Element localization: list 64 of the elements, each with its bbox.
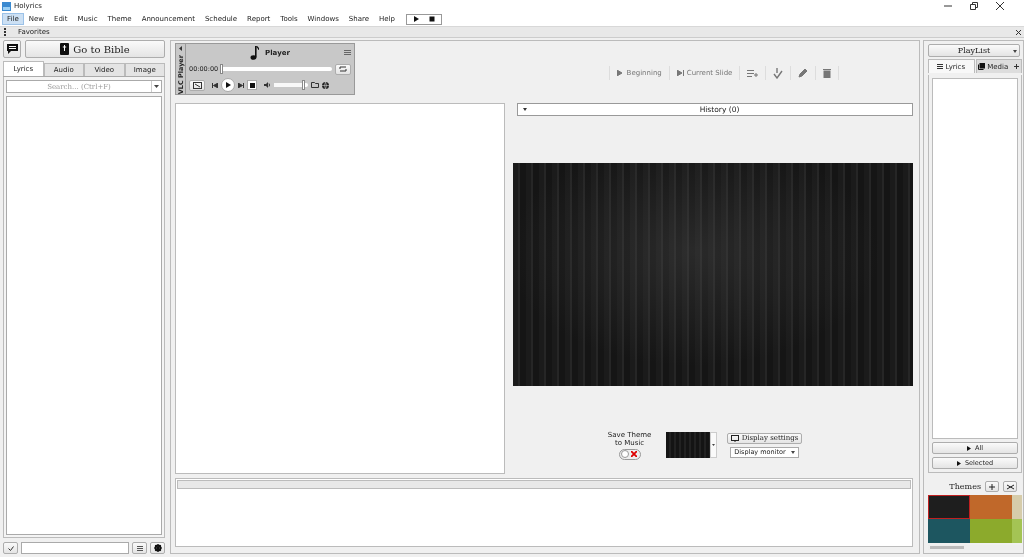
volume-icon[interactable]	[264, 82, 271, 88]
repeat-button[interactable]	[335, 63, 351, 75]
app-logo-icon	[2, 1, 11, 11]
check-icon	[7, 545, 14, 551]
play-button[interactable]	[221, 78, 235, 92]
media-icon	[978, 63, 986, 70]
restore-icon[interactable]	[970, 2, 978, 10]
go-to-bible-button[interactable]: Go to Bible	[25, 40, 165, 58]
chat-icon	[6, 44, 18, 54]
folder-icon[interactable]	[311, 82, 319, 88]
monitor-icon	[730, 434, 739, 442]
stop-icon[interactable]	[429, 16, 435, 22]
theme-thumbnail[interactable]	[928, 519, 970, 543]
check-button[interactable]	[3, 542, 18, 554]
list-button[interactable]	[132, 542, 147, 554]
play-icon	[966, 445, 971, 451]
scrollbar-thumb[interactable]	[930, 546, 964, 549]
chat-button[interactable]	[3, 40, 21, 58]
play-icon	[616, 70, 624, 76]
play-icon[interactable]	[413, 16, 419, 22]
stop-button[interactable]	[247, 80, 257, 90]
theme-thumbnail[interactable]	[928, 495, 970, 519]
caret-icon	[523, 108, 527, 111]
theme-thumbnail[interactable]	[970, 519, 1012, 543]
list-icon	[937, 64, 944, 69]
settings-button[interactable]	[150, 542, 165, 554]
globe-icon[interactable]	[322, 81, 329, 89]
toggle-switch[interactable]	[618, 448, 641, 460]
list-icon	[136, 545, 143, 551]
volume-slider[interactable]	[301, 80, 305, 90]
add-theme-button[interactable]	[985, 481, 999, 492]
themes-label: Themes	[949, 482, 981, 491]
playlist-dropdown[interactable]: PlayList	[928, 44, 1020, 57]
repeat-icon	[339, 66, 347, 73]
bible-icon	[60, 43, 70, 55]
screen-icon	[192, 81, 202, 89]
skip-icon	[676, 70, 684, 76]
caret-icon[interactable]	[154, 85, 159, 88]
shuffle-icon	[1006, 483, 1014, 490]
progress-slider[interactable]	[220, 64, 224, 75]
music-note-icon	[250, 46, 260, 61]
settings-icon	[153, 544, 162, 552]
theme-thumbnail[interactable]	[970, 495, 1012, 519]
input-field[interactable]	[21, 542, 129, 554]
add-icon[interactable]	[1014, 64, 1020, 69]
screen-button[interactable]	[189, 79, 205, 91]
next-icon[interactable]	[238, 82, 244, 88]
caret-icon	[1013, 50, 1017, 53]
previous-icon[interactable]	[212, 82, 218, 88]
close-icon[interactable]	[996, 2, 1004, 10]
caret-icon	[711, 444, 715, 446]
add-icon	[989, 483, 995, 490]
close-icon[interactable]	[1016, 29, 1021, 35]
play-icon	[225, 82, 231, 88]
minimize-icon[interactable]	[944, 2, 952, 10]
caret-icon	[790, 450, 795, 454]
collapse-icon[interactable]	[179, 46, 182, 51]
cross-icon	[630, 451, 637, 457]
play-icon	[956, 460, 961, 466]
theme-dropdown[interactable]	[665, 432, 717, 458]
drag-handle-icon[interactable]	[4, 28, 6, 36]
stop-icon	[249, 82, 255, 88]
shuffle-button[interactable]	[1003, 481, 1017, 492]
menu-icon[interactable]	[344, 50, 351, 55]
